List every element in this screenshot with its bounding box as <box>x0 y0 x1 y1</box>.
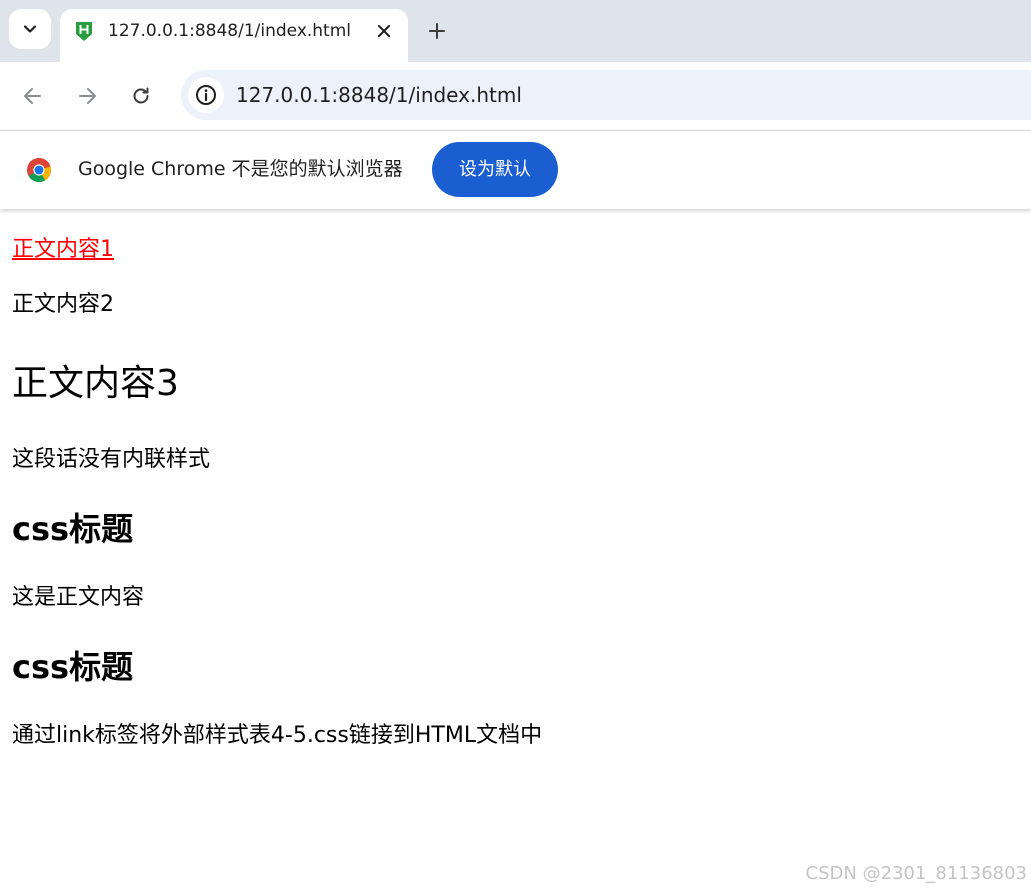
css-heading-2: css标题 <box>12 648 134 686</box>
content-line-3: 正文内容3 <box>12 363 179 404</box>
set-default-button[interactable]: 设为默认 <box>432 142 558 197</box>
csdn-watermark: CSDN @2301_81136803 <box>805 863 1027 884</box>
hbuilder-h-icon <box>76 22 92 41</box>
tab-title: 127.0.0.1:8848/1/index.html <box>108 21 352 41</box>
back-button[interactable] <box>19 82 47 110</box>
content-line-1[interactable]: 正文内容1 <box>12 235 114 265</box>
forward-button[interactable] <box>73 82 101 110</box>
address-bar[interactable]: 127.0.0.1:8848/1/index.html <box>181 70 1031 120</box>
body-paragraph: 这是正文内容 <box>12 585 145 610</box>
chrome-logo-icon <box>27 158 51 183</box>
site-info-button[interactable] <box>188 77 224 113</box>
plus-icon <box>429 23 445 39</box>
new-tab-button[interactable] <box>424 18 450 44</box>
default-browser-infobar: Google Chrome 不是您的默认浏览器 设为默认 <box>0 131 1031 209</box>
content-line-2: 正文内容2 <box>12 292 114 317</box>
info-icon <box>196 85 216 105</box>
back-arrow-icon <box>24 88 41 104</box>
unstyled-paragraph: 这段话没有内联样式 <box>12 447 211 472</box>
close-icon <box>378 25 390 37</box>
tab-close-button[interactable] <box>372 19 396 43</box>
chevron-down-icon <box>23 25 37 33</box>
browser-toolbar: 127.0.0.1:8848/1/index.html <box>0 62 1031 131</box>
link-description-paragraph: 通过link标签将外部样式表4-5.css链接到HTML文档中 <box>12 723 543 748</box>
forward-arrow-icon <box>79 88 96 104</box>
tab-search-button[interactable] <box>9 9 51 49</box>
active-tab[interactable]: 127.0.0.1:8848/1/index.html <box>60 9 408 62</box>
infobar-message: Google Chrome 不是您的默认浏览器 <box>78 158 403 180</box>
reload-icon <box>133 87 149 104</box>
reload-button[interactable] <box>127 82 155 110</box>
url-text[interactable]: 127.0.0.1:8848/1/index.html <box>236 83 522 107</box>
tab-strip: 127.0.0.1:8848/1/index.html <box>0 0 1031 62</box>
css-heading-1: css标题 <box>12 510 134 548</box>
